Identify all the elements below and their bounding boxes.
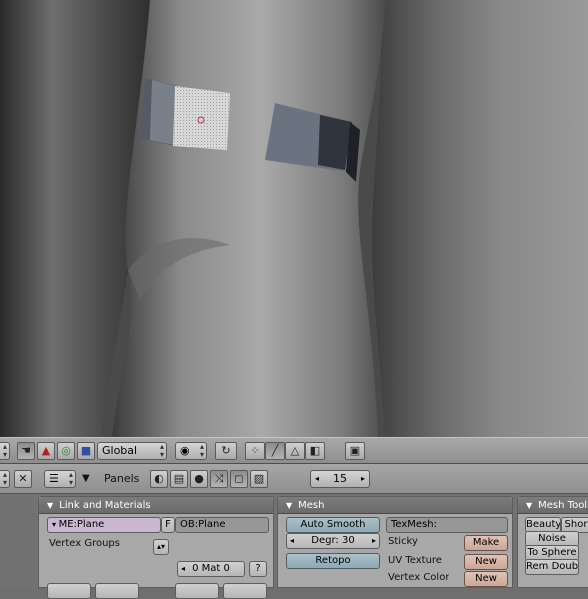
viewport-scene xyxy=(0,0,588,437)
link-materials-panel: ▼ Link and Materials ▾ ME:Plane F OB:Plan… xyxy=(38,496,274,599)
mesh-panel: ▼ Mesh Auto Smooth ◂ Degr: 30 ▸ Retopo Te… xyxy=(277,496,513,588)
hand-icon[interactable]: ☚ xyxy=(17,442,35,460)
auto-smooth-toggle[interactable]: Auto Smooth xyxy=(286,517,380,533)
texmesh-field[interactable]: TexMesh: xyxy=(386,517,508,533)
pivot-icon: ◉ xyxy=(180,444,190,457)
logic-context-icon[interactable]: ◐ xyxy=(150,470,168,488)
occlude-icon[interactable]: ◧ xyxy=(305,442,325,460)
object-name-field[interactable]: OB:Plane xyxy=(175,517,269,533)
menu-toggle-select[interactable]: ☰ ▴ ▾ xyxy=(44,470,76,488)
mesh-tools-title: Mesh Tool xyxy=(538,500,588,511)
vertex-color-new-button[interactable]: New xyxy=(464,571,508,587)
frame-number: 15 xyxy=(333,472,347,485)
sticky-make-button[interactable]: Make xyxy=(464,535,508,551)
rotate-manipulator-icon[interactable]: ▲ xyxy=(37,442,55,460)
mesh-panel-title: Mesh xyxy=(298,500,325,511)
mesh-name: ME:Plane xyxy=(58,519,105,530)
panels-label: Panels xyxy=(104,472,140,485)
collapse-triangle-icon[interactable]: ▼ xyxy=(47,501,53,510)
mesh-tools-header[interactable]: ▼ Mesh Tool xyxy=(518,497,588,514)
scale-manipulator-icon[interactable]: ◎ xyxy=(57,442,75,460)
shading-context-icon[interactable]: ● xyxy=(190,470,208,488)
degree-field[interactable]: ◂ Degr: 30 ▸ xyxy=(286,533,380,549)
degree-value: Degr: 30 xyxy=(311,535,355,546)
face-select-icon[interactable]: △ xyxy=(285,442,305,460)
link-materials-title: Link and Materials xyxy=(59,500,151,511)
vertex-groups-select[interactable]: ▴▾ xyxy=(153,539,169,555)
buttons-window-header: ▴ ▾ ✕ ☰ ▴ ▾ ▼ Panels ◐ ▤ ● ⤨ ◻ ▨ ◂ 15 ▸ xyxy=(0,464,588,494)
pivot-select[interactable]: ◉ ▴ ▾ xyxy=(175,442,207,460)
editing-context-icon[interactable]: ◻ xyxy=(230,470,248,488)
frame-increment-icon[interactable]: ▸ xyxy=(361,471,365,487)
degree-increment-icon[interactable]: ▸ xyxy=(372,534,376,548)
edge-select-icon[interactable]: ╱ xyxy=(265,442,285,460)
delete-material-button-partial[interactable] xyxy=(223,583,267,599)
orientation-label: Global xyxy=(102,444,138,457)
degree-decrement-icon[interactable]: ◂ xyxy=(290,534,294,548)
scene-context-icon[interactable]: ▨ xyxy=(250,470,268,488)
uv-texture-new-button[interactable]: New xyxy=(464,554,508,570)
window-type-select-partial[interactable]: ▴ ▾ xyxy=(0,470,10,488)
collapse-triangle-icon[interactable]: ▼ xyxy=(526,501,532,510)
orientation-select[interactable]: Global ▴ ▾ xyxy=(97,442,167,460)
new-material-button-partial[interactable] xyxy=(175,583,219,599)
render-icon[interactable]: ▣ xyxy=(345,442,365,460)
new-group-button-partial[interactable] xyxy=(47,583,91,599)
close-icon[interactable]: ✕ xyxy=(14,470,32,488)
collapse-triangle-icon[interactable]: ▼ xyxy=(82,472,90,488)
delete-group-button-partial[interactable] xyxy=(95,583,139,599)
script-context-icon[interactable]: ▤ xyxy=(170,470,188,488)
vertex-groups-label: Vertex Groups xyxy=(49,538,120,549)
mat-decrement-icon[interactable]: ◂ xyxy=(181,562,185,576)
retopo-toggle[interactable]: Retopo xyxy=(286,553,380,569)
material-index-field[interactable]: ◂ 0 Mat 0 xyxy=(177,561,245,577)
object-context-icon[interactable]: ⤨ xyxy=(210,470,228,488)
fake-user-button[interactable]: F xyxy=(161,517,175,533)
frame-decrement-icon[interactable]: ◂ xyxy=(315,471,319,487)
help-button[interactable]: ? xyxy=(249,561,267,577)
frame-number-field[interactable]: ◂ 15 ▸ xyxy=(310,470,370,488)
vertex-color-label: Vertex Color xyxy=(388,572,450,583)
collapse-triangle-icon[interactable]: ▼ xyxy=(286,501,292,510)
sticky-label: Sticky xyxy=(388,536,418,547)
link-materials-header[interactable]: ▼ Link and Materials xyxy=(39,497,273,514)
list-icon: ☰ xyxy=(49,472,59,485)
3d-view-header: ▴ ▾ ☚ ▲ ◎ ■ Global ▴ ▾ ◉ ▴ ▾ ↻ ⁘ ╱ △ ◧ ▣ xyxy=(0,437,588,464)
vertex-select-icon[interactable]: ⁘ xyxy=(245,442,265,460)
mesh-tools-panel: ▼ Mesh Tool Beauty Shor Noise To Sphere R… xyxy=(517,496,588,588)
uv-texture-label: UV Texture xyxy=(388,555,442,566)
remove-doubles-button[interactable]: Rem Doubl xyxy=(525,559,579,575)
mode-select-partial[interactable]: ▴ ▾ xyxy=(0,442,10,460)
mesh-name-field[interactable]: ▾ ME:Plane xyxy=(47,517,161,533)
mesh-panel-header[interactable]: ▼ Mesh xyxy=(278,497,512,514)
snap-icon[interactable]: ↻ xyxy=(215,442,237,460)
3d-viewport[interactable] xyxy=(0,0,588,437)
translate-manipulator-icon[interactable]: ■ xyxy=(77,442,95,460)
material-index: 0 Mat 0 xyxy=(192,563,230,574)
